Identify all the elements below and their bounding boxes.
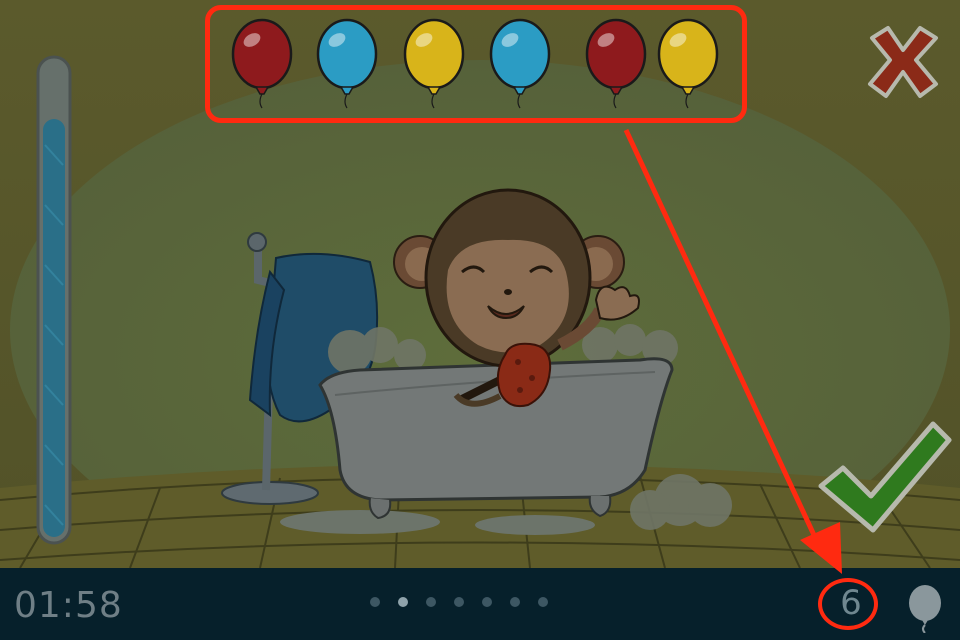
page-dot: [454, 597, 464, 607]
annotation-highlight-count: [818, 578, 878, 630]
page-indicator: [370, 597, 548, 607]
page-dot: [398, 597, 408, 607]
balloon-icon: [909, 585, 941, 633]
game-screen: 01:58 6: [0, 0, 960, 640]
close-icon: [868, 26, 938, 98]
water-meter: [36, 55, 72, 545]
annotation-highlight-balloons: [205, 5, 747, 123]
page-dot: [426, 597, 436, 607]
countdown-timer: 01:58: [14, 585, 123, 626]
close-button[interactable]: [858, 20, 948, 102]
check-icon: [818, 421, 952, 533]
water-meter-fill: [43, 119, 65, 537]
confirm-button[interactable]: [815, 418, 955, 538]
page-dot: [482, 597, 492, 607]
page-dot: [510, 597, 520, 607]
page-dot: [370, 597, 380, 607]
page-dot: [538, 597, 548, 607]
